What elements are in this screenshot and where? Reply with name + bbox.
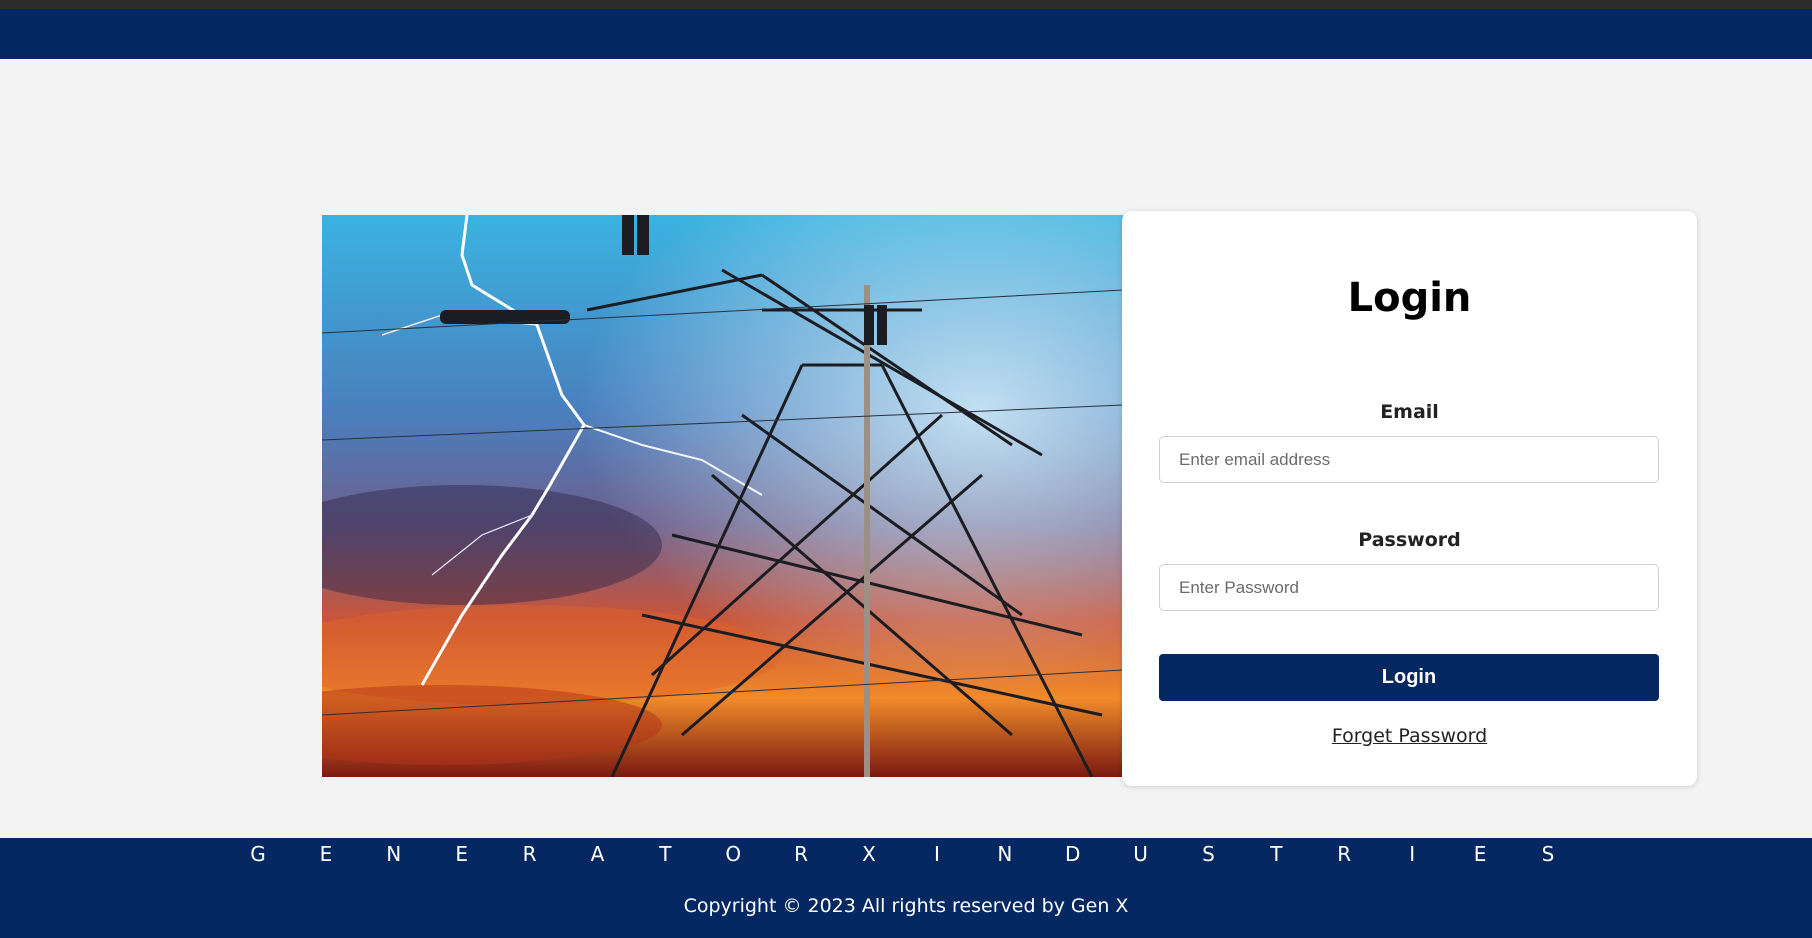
footer: G E N E R A T O R X I N D U S T R I E S … [0, 838, 1812, 938]
login-button[interactable]: Login [1159, 654, 1659, 701]
email-label: Email [1380, 401, 1439, 423]
brand-letter: O [725, 842, 742, 866]
login-title: Login [1347, 275, 1472, 321]
password-label: Password [1358, 529, 1461, 551]
brand-letter: E [455, 842, 468, 866]
footer-brand: G E N E R A T O R X I N D U S T R I E S [248, 842, 1558, 866]
brand-letter: I [1409, 842, 1416, 866]
brand-letter: T [1270, 842, 1283, 866]
password-field[interactable] [1159, 564, 1659, 611]
forget-password-link[interactable]: Forget Password [1122, 725, 1697, 747]
hero-image [322, 215, 1123, 777]
email-field[interactable] [1159, 436, 1659, 483]
top-navbar [0, 9, 1812, 59]
power-tower-lightning-icon [322, 215, 1123, 777]
brand-letter: N [386, 842, 402, 866]
browser-top-strip [0, 0, 1812, 9]
login-card: Login Email Password Login Forget Passwo… [1122, 211, 1697, 786]
copyright-text: Copyright © 2023 All rights reserved by … [683, 895, 1129, 917]
brand-letter: G [250, 842, 266, 866]
brand-letter: I [933, 842, 940, 866]
brand-letter: S [1541, 842, 1555, 866]
brand-letter: E [319, 842, 333, 866]
brand-letter: S [1202, 842, 1215, 866]
brand-letter: X [862, 842, 876, 866]
brand-letter: A [590, 842, 605, 866]
brand-letter: R [522, 842, 537, 866]
brand-letter: R [1337, 842, 1352, 866]
brand-letter: T [659, 842, 672, 866]
brand-letter: R [794, 842, 809, 866]
brand-letter: E [1473, 842, 1487, 866]
brand-letter: D [1064, 842, 1081, 866]
brand-letter: N [997, 842, 1013, 866]
brand-letter: U [1133, 842, 1148, 866]
